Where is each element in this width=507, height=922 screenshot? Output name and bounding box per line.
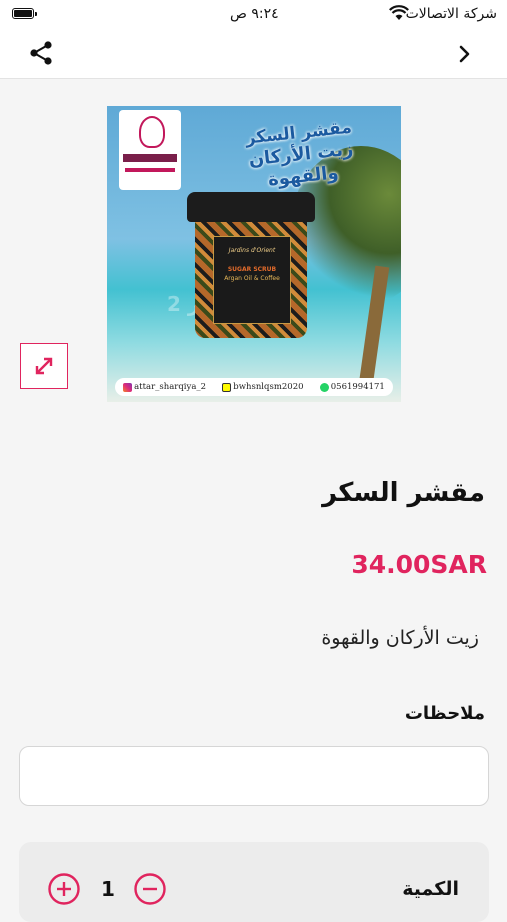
expand-image-button[interactable] <box>20 343 68 389</box>
product-description: زيت الأركان والقهوة <box>321 627 479 649</box>
product-price: 34.00SAR <box>351 550 487 579</box>
plus-circle-icon[interactable] <box>47 872 81 906</box>
product-image[interactable]: مقشر السكر زيت الأركان والقهوة 2 عطار Ja… <box>107 106 401 402</box>
contact-strip: attar_sharqiya_2 bwhsnlqsm2020 056199417… <box>115 378 393 396</box>
nav-bar <box>0 30 507 79</box>
product-jar: Jardins d'Orient SUGAR SCRUB Argan Oil &… <box>187 192 315 342</box>
jar-sub: Argan Oil & Coffee <box>224 275 280 282</box>
notes-label: ملاحظات <box>404 703 485 724</box>
whatsapp-icon <box>319 382 329 392</box>
battery-icon <box>12 8 37 19</box>
jar-product: SUGAR SCRUB <box>227 266 277 273</box>
quantity-label: الكمية <box>402 878 459 900</box>
clock: ٩:٢٤ ص <box>230 6 279 22</box>
snapchat-icon <box>222 382 232 392</box>
status-bar: شركة الاتصالات ٩:٢٤ ص <box>0 0 507 30</box>
quantity-card: 1 الكمية <box>19 842 489 922</box>
minus-circle-icon[interactable] <box>133 872 167 906</box>
phone-number: 0561994171 <box>330 382 385 392</box>
quantity-value: 1 <box>101 877 115 901</box>
wifi-icon <box>389 5 409 20</box>
notes-input[interactable] <box>19 746 489 806</box>
store-logo <box>119 110 181 190</box>
chevron-right-icon[interactable] <box>457 44 473 64</box>
jar-label: Jardins d'Orient SUGAR SCRUB Argan Oil &… <box>213 236 291 324</box>
carrier-name: شركة الاتصالات <box>405 6 497 22</box>
snapchat-handle: bwhsnlqsm2020 <box>233 382 304 392</box>
instagram-icon <box>123 382 133 392</box>
expand-icon <box>35 357 53 375</box>
jar-brand: Jardins d'Orient <box>228 247 276 254</box>
share-icon[interactable] <box>28 40 54 66</box>
instagram-handle: attar_sharqiya_2 <box>134 382 207 392</box>
product-title: مقشر السكر <box>322 478 485 508</box>
